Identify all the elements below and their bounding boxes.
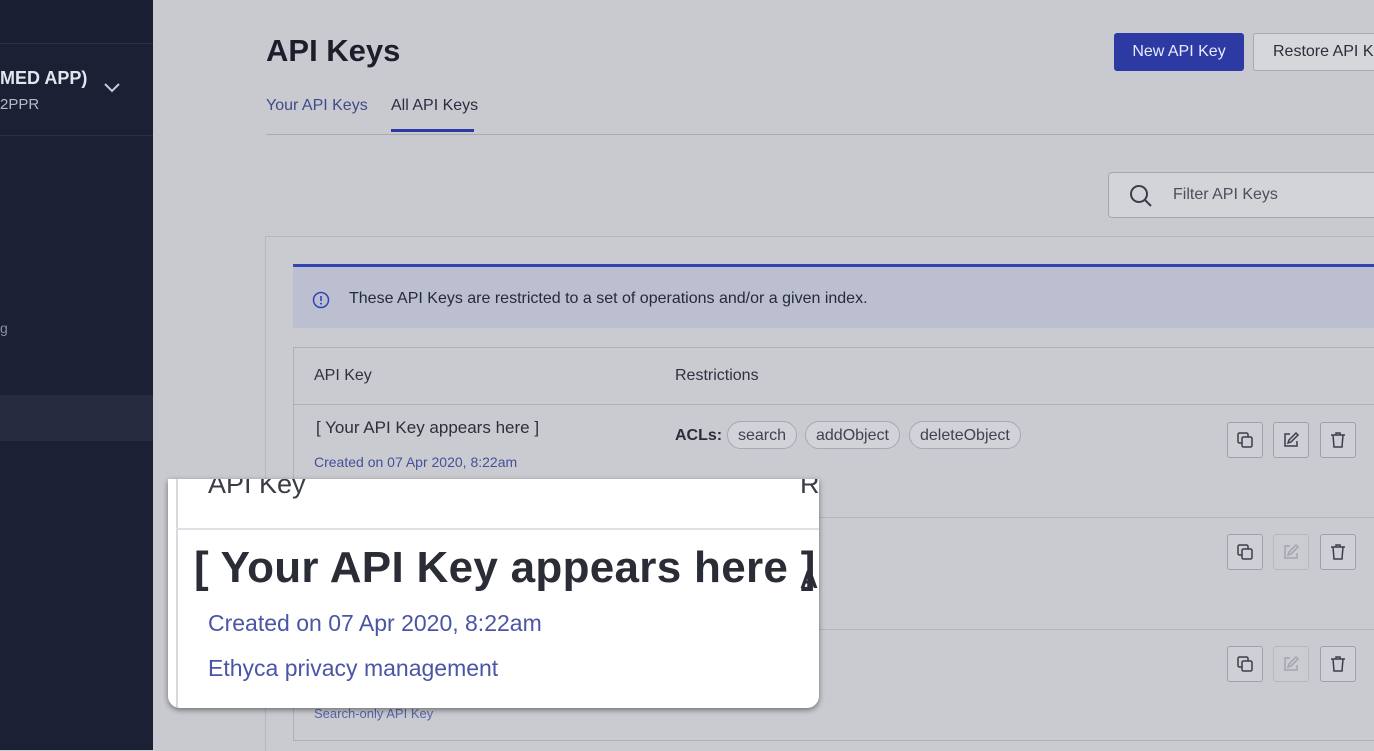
sidebar-item-label: g [0,320,8,336]
new-api-key-button[interactable]: New API Key [1114,33,1244,71]
edit-icon [1284,655,1300,671]
trash-icon [1331,656,1345,672]
created-date: Created on 07 Apr 2020, 8:22am [314,454,518,470]
tab-your-api-keys[interactable]: Your API Keys [266,97,368,115]
zoom-column-header-api-key: API Key [208,479,306,499]
trash-icon [1331,544,1345,560]
tab-all-api-keys[interactable]: All API Keys [391,97,478,115]
tabs-divider [266,134,1374,135]
zoom-created-date: Created on 07 Apr 2020, 8:22am [208,610,542,636]
copy-icon [1237,432,1253,448]
acl-label: ACLs: [675,427,723,444]
acl-chip-deleteobject: deleteObject [909,421,1021,449]
chevron-down-icon[interactable] [103,81,121,93]
edit-button[interactable] [1273,646,1309,682]
api-key-value: [ Your API Key appears here ] [316,418,540,437]
delete-button[interactable] [1320,422,1356,458]
delete-button[interactable] [1320,534,1356,570]
app-id: 2PPR [0,96,40,113]
header-divider [294,404,1374,405]
filter-api-keys-input[interactable] [1173,184,1373,206]
zoom-table-border [176,479,178,708]
key-description: Search-only API Key [314,706,434,721]
trash-icon [1331,432,1345,448]
zoom-callout: API Key R [ Your API Key appears here ] … [168,479,819,708]
acl-chip-search: search [727,421,798,449]
copy-button[interactable] [1227,422,1263,458]
copy-button[interactable] [1227,534,1263,570]
zoom-header-divider [176,528,819,530]
edit-icon [1284,431,1300,447]
zoom-api-key-value: [ Your API Key appears here ] [194,543,816,592]
page-title: API Keys [266,33,401,68]
zoom-acl-label: A [800,566,819,594]
app-selector[interactable]: MED APP) 2PPR [0,44,153,136]
column-header-restrictions: Restrictions [675,367,759,384]
info-icon [312,291,330,309]
info-banner-text: These API Keys are restricted to a set o… [349,290,868,307]
column-header-api-key: API Key [314,367,372,384]
copy-button[interactable] [1227,646,1263,682]
acl-chip-addobject: addObject [805,421,900,449]
app-name: MED APP) [0,68,88,88]
sidebar-item-api-keys[interactable] [0,395,153,441]
edit-icon [1284,543,1300,559]
info-banner: These API Keys are restricted to a set o… [293,264,1374,328]
zoom-key-description: Ethyca privacy management [208,655,499,681]
restore-api-key-button[interactable]: Restore API Key [1253,33,1374,71]
copy-icon [1237,544,1253,560]
filter-box[interactable] [1108,172,1374,218]
copy-icon [1237,656,1253,672]
active-tab-indicator [391,129,474,132]
sidebar-top-bar [0,0,153,44]
sidebar: MED APP) 2PPR g [0,0,153,750]
edit-button[interactable] [1273,534,1309,570]
edit-button[interactable] [1273,422,1309,458]
search-icon [1130,185,1152,207]
zoom-column-header-restrictions: R [800,479,819,499]
delete-button[interactable] [1320,646,1356,682]
